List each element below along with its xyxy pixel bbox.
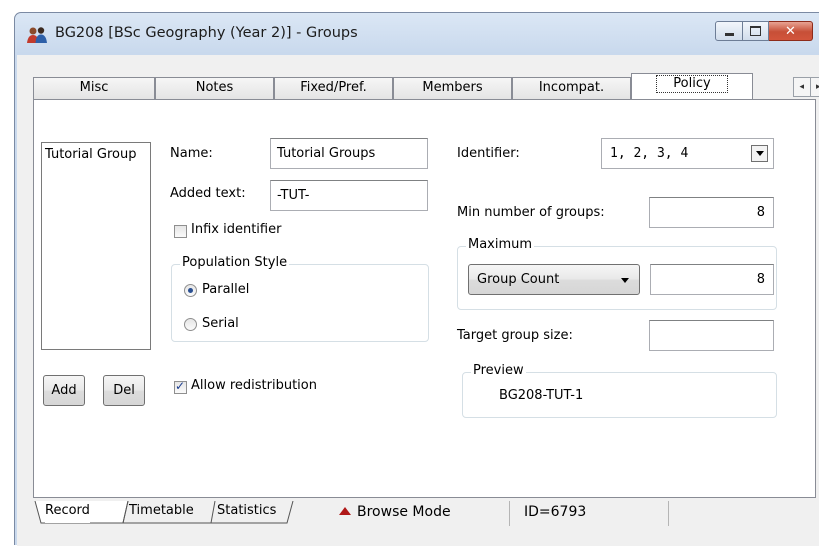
id-panel: ID=6793 [509, 501, 669, 526]
maximize-icon [743, 22, 768, 40]
client-area: Misc Notes Fixed/Pref. Members Incompat.… [17, 55, 819, 545]
title-bar[interactable]: BG208 [BSc Geography (Year 2)] - Groups … [15, 13, 819, 55]
maximum-group: Maximum Group Count 8 [457, 246, 777, 310]
window-title: BG208 [BSc Geography (Year 2)] - Groups [55, 25, 358, 41]
maximum-count-field[interactable]: 8 [650, 264, 774, 295]
minimize-icon [716, 22, 742, 40]
allow-redistribution-checkbox[interactable] [174, 381, 187, 394]
added-text-field[interactable]: -TUT- [270, 180, 428, 211]
tab-misc[interactable]: Misc [33, 77, 155, 99]
serial-label: Serial [202, 316, 239, 331]
infix-identifier-checkbox[interactable] [174, 225, 187, 238]
policy-panel: Tutorial Group Add Del Name: Tutorial Gr… [33, 99, 816, 498]
record-id: ID=6793 [524, 504, 586, 520]
name-field[interactable]: Tutorial Groups [270, 138, 428, 169]
chevron-down-icon[interactable] [751, 145, 768, 162]
preview-legend: Preview [471, 363, 526, 378]
sheet-tab-record[interactable]: Record [45, 501, 90, 523]
serial-radio[interactable] [184, 318, 197, 331]
identifier-select[interactable]: 1, 2, 3, 4 [601, 138, 774, 169]
preview-value: BG208-TUT-1 [499, 388, 583, 403]
close-icon: ✕ [769, 22, 812, 40]
min-groups-field[interactable]: 8 [649, 197, 774, 228]
parallel-label: Parallel [202, 282, 249, 297]
close-button[interactable]: ✕ [769, 21, 813, 41]
identifier-label: Identifier: [457, 146, 520, 161]
parallel-radio[interactable] [184, 284, 197, 297]
tab-incompat[interactable]: Incompat. [512, 77, 631, 99]
population-style-legend: Population Style [180, 255, 289, 270]
target-size-label: Target group size: [457, 328, 573, 343]
min-groups-label: Min number of groups: [457, 205, 605, 220]
list-item[interactable]: Tutorial Group [42, 143, 150, 166]
sheet-tab-timetable[interactable]: Timetable [129, 501, 194, 523]
maximize-button[interactable] [743, 21, 769, 41]
population-style-group: Population Style Parallel Serial [171, 264, 429, 342]
added-text-label: Added text: [170, 186, 246, 201]
mode-label: Browse Mode [357, 504, 451, 520]
target-size-field[interactable] [649, 320, 774, 351]
maximum-mode-dropdown[interactable]: Group Count [468, 264, 640, 295]
identifier-value: 1, 2, 3, 4 [610, 139, 688, 168]
group-listbox[interactable]: Tutorial Group [41, 142, 151, 350]
tab-policy-label: Policy [656, 75, 727, 93]
status-bar: Record Timetable Statistics Browse Mode … [17, 498, 819, 546]
name-label: Name: [170, 146, 213, 161]
allow-redistribution-label: Allow redistribution [191, 378, 317, 393]
chevron-down-icon [621, 278, 629, 283]
groups-window: BG208 [BSc Geography (Year 2)] - Groups … [14, 12, 819, 545]
people-icon [27, 26, 47, 44]
del-button[interactable]: Del [103, 375, 145, 406]
tab-policy[interactable]: Policy [631, 73, 753, 100]
tab-members[interactable]: Members [393, 77, 512, 99]
scroll-left-icon[interactable]: ◂ [794, 78, 811, 96]
tab-fixed-pref[interactable]: Fixed/Pref. [274, 77, 393, 99]
preview-group: Preview BG208-TUT-1 [462, 372, 777, 418]
maximum-mode-value: Group Count [477, 265, 559, 294]
infix-identifier-label: Infix identifier [191, 222, 281, 237]
minimize-button[interactable] [715, 21, 743, 41]
sheet-tab-statistics[interactable]: Statistics [217, 501, 276, 523]
tab-scroll-buttons: ◂ ▸ [793, 77, 819, 97]
caption-buttons: ✕ [715, 21, 813, 43]
mode-panel: Browse Mode [327, 501, 509, 526]
tab-notes[interactable]: Notes [155, 77, 274, 99]
browse-mode-arrow-icon [339, 507, 351, 515]
scroll-right-icon[interactable]: ▸ [811, 78, 819, 96]
add-button[interactable]: Add [43, 375, 85, 406]
maximum-legend: Maximum [466, 237, 534, 252]
